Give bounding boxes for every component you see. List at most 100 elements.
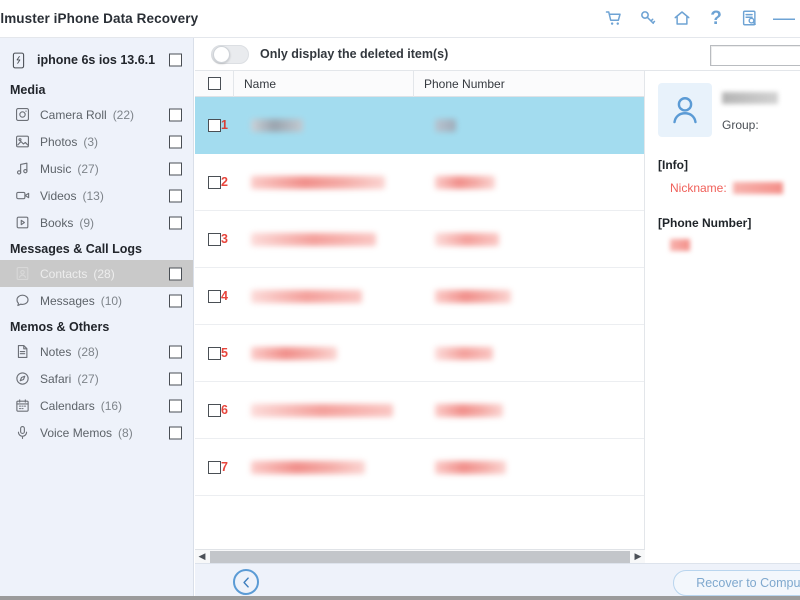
column-header-phone-number[interactable]: Phone Number [413,70,644,97]
detail-field-phone [658,239,800,251]
row-checkbox[interactable] [207,460,221,474]
help-icon[interactable]: ? [706,8,726,28]
contact-name-redacted [722,92,778,104]
sidebar-item-checkbox[interactable] [169,399,182,412]
horizontal-scrollbar[interactable]: ◀ ▶ [195,549,645,563]
row-phone-redacted [435,175,495,189]
table-row[interactable]: 4 [195,268,644,325]
back-arrow-icon[interactable] [233,569,259,595]
sidebar-item-books[interactable]: Books (9) [0,209,193,236]
sidebar-item-checkbox[interactable] [169,267,182,280]
cart-icon[interactable] [604,8,624,28]
sidebar-item-checkbox[interactable] [169,189,182,202]
row-checkbox[interactable] [207,346,221,360]
deleted-items-toggle[interactable] [211,44,249,64]
sidebar-item-checkbox[interactable] [169,216,182,229]
row-index: 7 [221,460,228,474]
table-row[interactable]: 7 [195,439,644,496]
select-all-checkbox[interactable] [207,77,221,90]
sidebar-item-checkbox[interactable] [169,426,182,439]
row-checkbox-cell[interactable] [195,289,221,303]
sidebar-item-videos[interactable]: Videos (13) [0,182,193,209]
device-checkbox[interactable] [169,53,182,67]
row-name-cell [243,403,423,417]
row-checkbox-cell[interactable] [195,403,221,417]
sidebar-item-messages[interactable]: Messages (10) [0,287,193,314]
sidebar-item-contacts[interactable]: Contacts (28) [0,260,193,287]
table-row[interactable]: 6 [195,382,644,439]
row-phone-cell [423,289,644,303]
sidebar-item-checkbox[interactable] [169,162,182,175]
row-index: 4 [221,289,228,303]
sidebar-item-calendars[interactable]: Calendars (16) [0,392,193,419]
sidebar-item-checkbox[interactable] [169,108,182,121]
window-bottom-edge [0,596,800,600]
minimize-icon[interactable]: — [773,7,795,29]
row-checkbox[interactable] [207,289,221,303]
recover-to-computer-button[interactable]: Recover to Computer [673,570,800,596]
sidebar-item-label: Contacts [40,266,88,281]
row-checkbox[interactable] [207,118,221,132]
sidebar-item-label: Notes [40,344,72,359]
sidebar-group-messages-title: Messages & Call Logs [10,242,142,256]
sidebar-item-count: (22) [112,107,135,122]
table-row[interactable]: 1 [195,97,644,154]
column-header-name[interactable]: Name [233,70,413,97]
sidebar-item-photos[interactable]: Photos (3) [0,128,193,155]
camera-icon [14,106,31,123]
sidebar-item-checkbox[interactable] [169,372,182,385]
sidebar-item-safari[interactable]: Safari (27) [0,365,193,392]
row-phone-cell [423,175,644,189]
row-checkbox[interactable] [207,232,221,246]
sidebar-item-camera-roll[interactable]: Camera Roll (22) [0,101,193,128]
table-body: 1 2 3 4 5 6 7 [195,97,644,496]
row-phone-cell [423,232,644,246]
table-row[interactable]: 3 [195,211,644,268]
sidebar-item-voice-memos[interactable]: Voice Memos (8) [0,419,193,446]
home-icon[interactable] [672,8,692,28]
sidebar: iphone 6s ios 13.6.1 Media Camera Roll (… [0,38,194,600]
sidebar-item-count: (10) [100,293,123,308]
row-checkbox-cell[interactable] [195,460,221,474]
detail-field-key: Nickname: [670,181,727,195]
sidebar-item-count: (9) [79,215,95,230]
row-phone-redacted [435,403,503,417]
feedback-icon[interactable] [740,8,760,28]
table-row[interactable]: 5 [195,325,644,382]
detail-section-info-heading: [Info] [658,158,688,172]
scroll-left-arrow[interactable]: ◀ [195,551,209,562]
sidebar-item-checkbox[interactable] [169,294,182,307]
device-row[interactable]: iphone 6s ios 13.6.1 [0,43,193,77]
row-phone-cell [423,118,644,132]
calendar-icon [14,397,31,414]
row-checkbox-cell[interactable] [195,175,221,189]
row-checkbox-cell[interactable] [195,118,221,132]
sidebar-item-music[interactable]: Music (27) [0,155,193,182]
help-question-glyph: ? [710,7,722,29]
sidebar-item-checkbox[interactable] [169,135,182,148]
sidebar-item-count: (27) [77,371,99,386]
row-checkbox-cell[interactable] [195,232,221,246]
contact-detail-panel: Group: [Info] Nickname: [Phone Number] [646,71,800,558]
row-checkbox[interactable] [207,403,221,417]
music-icon [14,160,31,177]
search-input[interactable] [710,45,800,66]
table-row[interactable]: 2 [195,154,644,211]
row-name-cell [243,346,423,360]
row-name-cell [243,232,423,246]
horizontal-scroll-thumb[interactable] [210,550,630,563]
row-checkbox-cell[interactable] [195,346,221,360]
row-name-redacted [251,232,376,246]
row-index: 6 [221,403,228,417]
toggle-knob [213,45,230,63]
scroll-right-arrow[interactable]: ▶ [631,551,645,562]
sidebar-item-checkbox[interactable] [169,345,182,358]
sidebar-item-notes[interactable]: Notes (28) [0,338,193,365]
row-index: 5 [221,346,228,360]
select-all-cell[interactable] [195,77,233,90]
row-checkbox[interactable] [207,175,221,189]
key-icon[interactable] [638,8,658,28]
row-name-cell [243,460,423,474]
row-name-redacted [251,403,393,417]
detail-field-value-redacted [732,182,783,194]
